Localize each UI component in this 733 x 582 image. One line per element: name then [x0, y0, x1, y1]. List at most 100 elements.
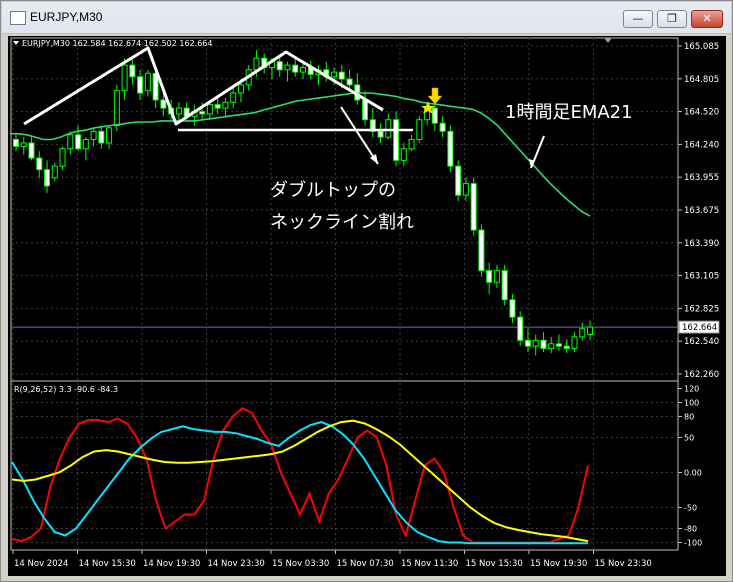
candle-bullish	[493, 270, 500, 283]
price-tick-label: 163.105	[684, 272, 719, 282]
price-tick-label: 162.540	[684, 337, 719, 347]
candle-bullish	[206, 104, 213, 115]
candle-bearish	[431, 107, 438, 124]
candle-bearish	[447, 130, 454, 167]
price-tick-label: 162.825	[684, 304, 719, 314]
ema-annotation: 1時間足EMA21	[505, 102, 633, 123]
candle-bearish	[346, 78, 353, 86]
candle-bearish	[540, 339, 547, 349]
candle-bullish	[144, 72, 151, 92]
indicator-series-line-1	[11, 406, 589, 544]
chart-shift-marker-icon[interactable]	[604, 38, 612, 43]
indicator-tick-label: 0.00	[684, 469, 702, 478]
price-tick-label: 163.675	[684, 206, 719, 216]
candle-bullish	[51, 165, 58, 179]
candle-bearish	[28, 142, 35, 159]
time-tick-label: 15 Nov 03:30	[272, 559, 329, 569]
price-tick-label: 164.805	[684, 75, 719, 85]
time-tick-label: 15 Nov 19:30	[530, 559, 587, 569]
candle-bullish	[416, 119, 423, 140]
candle-bearish	[36, 157, 43, 171]
candle-bearish	[439, 122, 446, 132]
candle-bullish	[408, 138, 415, 150]
indicator-tick-label: -100	[684, 539, 702, 548]
candle-bullish	[385, 119, 392, 138]
candle-bearish	[44, 169, 51, 187]
close-icon: ✕	[702, 12, 712, 25]
candle-bearish	[292, 64, 299, 73]
indicator-info-label: R(9,26,52) 3.3 -90.6 -84.3	[14, 385, 118, 394]
candle-bullish	[331, 71, 338, 78]
indicator-tick-label: 100	[684, 399, 699, 408]
candle-bearish	[377, 130, 384, 138]
indicator-tick-label: -50	[684, 504, 697, 513]
candle-bearish	[199, 111, 206, 115]
time-tick-label: 15 Nov 07:30	[337, 559, 394, 569]
time-tick-label: 15 Nov 11:30	[401, 559, 458, 569]
minimize-icon: —	[632, 12, 644, 25]
indicator-tick-label: 120	[684, 385, 699, 394]
indicator-tick-label: 50	[684, 434, 694, 443]
candle-bullish	[400, 148, 407, 161]
candle-bullish	[462, 183, 469, 196]
price-tick-label: 162.260	[684, 370, 719, 380]
close-button[interactable]: ✕	[691, 10, 723, 28]
candle-bullish	[59, 148, 66, 167]
indicator-series-line-3	[11, 419, 589, 543]
time-tick-label: 14 Nov 2024	[14, 559, 68, 569]
candle-bullish	[82, 138, 89, 150]
minimize-button[interactable]: —	[623, 10, 653, 28]
price-tick-label: 165.085	[684, 42, 719, 52]
chart-area[interactable]: 165.085 164.805 164.520 164.240 163.955 163.6…	[8, 36, 726, 576]
candle-bearish	[517, 316, 524, 341]
candle-bearish	[98, 130, 105, 144]
candle-bullish	[106, 127, 113, 144]
price-tick-label: 163.955	[684, 173, 719, 183]
candle-bullish	[175, 107, 182, 115]
time-tick-label: 14 Nov 19:30	[143, 559, 200, 569]
candle-bullish	[67, 134, 74, 150]
symbol-menu-icon[interactable]	[13, 41, 19, 45]
candle-bullish	[222, 101, 229, 109]
candle-bearish	[137, 76, 144, 94]
candle-bullish	[230, 92, 237, 103]
maximize-button[interactable]: ❐	[657, 10, 687, 28]
price-tick-label: 164.520	[684, 108, 719, 118]
candle-bullish	[20, 142, 27, 147]
candle-bullish	[571, 336, 578, 349]
candle-bullish	[548, 343, 555, 349]
candle-bearish	[338, 71, 345, 80]
time-tick-label: 15 Nov 15:30	[466, 559, 523, 569]
candle-bearish	[75, 134, 82, 150]
candle-bearish	[129, 64, 136, 78]
chart-svg[interactable]: 165.085 164.805 164.520 164.240 163.955 163.6…	[8, 36, 726, 576]
candle-bearish	[509, 299, 516, 318]
candle-bearish	[470, 183, 477, 231]
indicator-tick-label: 80	[684, 413, 694, 422]
candle-bullish	[579, 328, 586, 338]
indicator-tick-label: -80	[684, 525, 697, 534]
entry-arrow-icon	[427, 87, 443, 105]
candle-bearish	[13, 138, 19, 147]
candle-bearish	[563, 345, 570, 349]
candle-bullish	[113, 90, 120, 127]
pattern-annotation-line2: ネックライン割れ	[270, 212, 414, 233]
candle-bullish	[532, 339, 539, 347]
title-bar[interactable]: EURJPY,M30 — ❐ ✕	[2, 2, 731, 34]
candle-bullish	[237, 84, 244, 94]
pattern-arrow-head	[370, 154, 378, 164]
candle-bearish	[276, 61, 283, 71]
window-title: EURJPY,M30	[30, 10, 103, 24]
candle-bearish	[555, 343, 562, 347]
candle-bearish	[501, 270, 508, 301]
candle-bearish	[455, 165, 462, 196]
candle-bearish	[362, 99, 369, 121]
candle-bearish	[478, 229, 485, 272]
price-tick-label: 164.240	[684, 140, 719, 150]
candle-bearish	[160, 99, 167, 109]
price-tick-label: 163.390	[684, 239, 719, 249]
candle-bearish	[486, 270, 493, 283]
chart-info-label: EURJPY,M30 162.584 162.674 162.502 162.6…	[22, 39, 213, 48]
candle-bullish	[587, 326, 593, 336]
candle-bullish	[121, 64, 128, 92]
